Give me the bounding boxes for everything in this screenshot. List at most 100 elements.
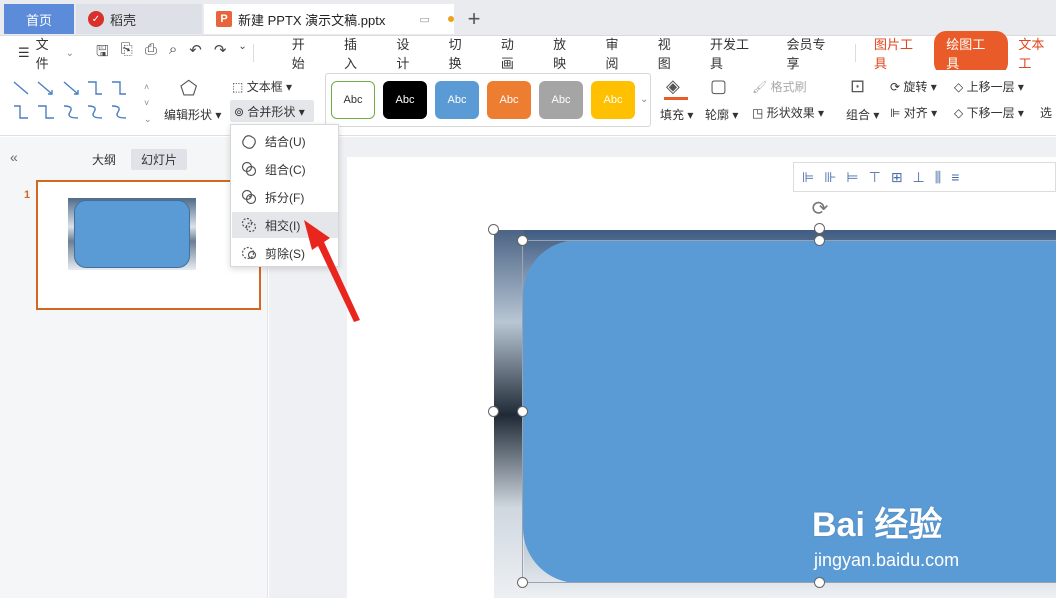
fragment-icon <box>241 189 257 205</box>
ribbon: ˄ ˅ ⌄ ⬠ 编辑形状 ▾ ⬚ 文本框 ▾ ⊚ 合并形状 ▾ Abc Abc … <box>0 70 1056 136</box>
menu-item-union[interactable]: 结合(U) <box>232 128 338 154</box>
tab-review[interactable]: 审阅 <box>591 34 643 72</box>
outline-tab[interactable]: 大纲 <box>92 151 116 168</box>
tab-developer[interactable]: 开发工具 <box>696 34 773 72</box>
edit-shape-label: 编辑形状 <box>164 108 213 122</box>
file-menu-label: 文件 <box>35 37 49 71</box>
resize-handle[interactable] <box>488 224 499 235</box>
preview-icon[interactable]: ⌕ <box>169 41 177 66</box>
more-icon[interactable]: ⌄ <box>238 41 246 66</box>
menu-item-fragment[interactable]: 拆分(F) <box>232 184 338 210</box>
tab-daoke[interactable]: ✓ 稻壳 <box>76 4 202 34</box>
fill-button[interactable]: 填充 ▾ <box>660 106 693 123</box>
text-box-button[interactable]: ⬚ 文本框 ▾ <box>232 78 292 95</box>
tab-insert[interactable]: 插入 <box>330 34 382 72</box>
style-preset[interactable]: Abc <box>487 81 531 119</box>
baidu-watermark-url: jingyan.baidu.com <box>814 550 960 570</box>
tab-home[interactable]: 首页 <box>4 4 74 34</box>
union-icon <box>242 135 256 149</box>
menu-item-label: 拆分(F) <box>265 190 305 205</box>
tab-animation[interactable]: 动画 <box>487 34 539 72</box>
shape-effects-button[interactable]: ◳ 形状效果 ▾ <box>752 104 824 121</box>
quick-access: 🖫 ⎘ ⎙ ⌕ ↶ ↷ ⌄ <box>96 41 247 66</box>
tab-transition[interactable]: 切换 <box>435 34 487 72</box>
align-center-icon[interactable]: ⊪ <box>824 169 836 186</box>
style-preset[interactable]: Abc <box>331 81 375 119</box>
rotate-button[interactable]: ⟳ 旋转 ▾ <box>890 78 937 95</box>
distribute-horizontal-icon[interactable]: ⫼ <box>935 169 941 186</box>
style-preset[interactable]: Abc <box>591 81 635 119</box>
resize-handle[interactable] <box>488 406 499 417</box>
redo-icon[interactable]: ↷ <box>214 41 227 66</box>
align-bottom-icon[interactable]: ⊥ <box>913 169 925 186</box>
collapse-icon[interactable]: « <box>10 149 18 165</box>
style-preset[interactable]: Abc <box>383 81 427 119</box>
merge-shape-button[interactable]: ⊚ 合并形状 ▾ <box>230 100 314 122</box>
svg-text:˅: ˅ <box>144 98 149 108</box>
save-icon[interactable]: 🖫 <box>96 41 109 66</box>
select-button[interactable]: 选 <box>1040 104 1052 121</box>
align-right-icon[interactable]: ⊨ <box>846 169 858 186</box>
align-left-icon[interactable]: ⊫ <box>802 169 814 186</box>
tab-picture-tools[interactable]: 图片工具 <box>874 34 924 72</box>
tab-slideshow[interactable]: 放映 <box>539 34 591 72</box>
tab-text-tools[interactable]: 文本工 <box>1018 34 1056 72</box>
rotate-label: 旋转 <box>903 80 928 94</box>
slide[interactable] <box>347 157 1056 598</box>
ppt-file-icon: P <box>216 11 232 27</box>
menu-item-combine[interactable]: 组合(C) <box>232 156 338 182</box>
send-backward-button[interactable]: ◇ 下移一层 ▾ <box>954 104 1024 121</box>
menu-item-label: 组合(C) <box>265 162 306 177</box>
new-tab-button[interactable]: + <box>462 4 486 34</box>
tab-design[interactable]: 设计 <box>382 34 434 72</box>
tab-drawing-tools[interactable]: 绘图工具 <box>934 31 1009 75</box>
tab-view[interactable]: 视图 <box>644 34 696 72</box>
selection-box <box>522 240 1056 583</box>
style-preset[interactable]: Abc <box>435 81 479 119</box>
svg-text:⌄: ⌄ <box>144 114 152 124</box>
export-icon[interactable]: ⎘ <box>121 41 133 66</box>
align-top-icon[interactable]: ⊤ <box>869 169 881 186</box>
monitor-icon[interactable]: ▭ <box>419 13 429 26</box>
print-icon[interactable]: ⎙ <box>145 41 157 66</box>
group-button[interactable]: 组合 ▾ <box>846 106 879 123</box>
outline-icon[interactable]: ▢ <box>710 76 727 97</box>
slides-tab[interactable]: 幻灯片 <box>131 149 188 170</box>
text-box-icon: ⬚ <box>232 80 244 94</box>
align-label: 对齐 <box>903 106 928 120</box>
style-preset[interactable]: Abc <box>539 81 583 119</box>
fill-icon[interactable]: ◈ <box>666 76 680 97</box>
align-middle-icon[interactable]: ⊞ <box>891 169 903 186</box>
tab-start[interactable]: 开始 <box>278 34 330 72</box>
intersect-icon <box>241 217 257 233</box>
send-backward-icon: ◇ <box>954 106 964 120</box>
line-shape-gallery[interactable]: ˄ ˅ ⌄ <box>10 76 154 126</box>
rotate-handle-icon[interactable]: ⟳ <box>810 196 830 226</box>
format-painter-button[interactable]: 🖌 格式刷 <box>752 78 807 95</box>
resize-handle[interactable] <box>517 577 528 588</box>
gallery-more-icon[interactable]: ⌄ <box>640 94 648 105</box>
shape-effects-label: 形状效果 <box>766 106 815 120</box>
resize-handle[interactable] <box>517 235 528 246</box>
style-preset-label: Abc <box>343 94 363 106</box>
undo-icon[interactable]: ↶ <box>189 41 202 66</box>
style-preset-label: Abc <box>447 94 467 106</box>
edit-shape-button[interactable]: 编辑形状 ▾ <box>164 106 221 123</box>
slide-thumbnail[interactable] <box>36 180 261 310</box>
select-label: 选 <box>1040 106 1053 120</box>
file-menu[interactable]: ☰ 文件 ⌄ <box>18 34 74 72</box>
distribute-vertical-icon[interactable]: ≡ <box>951 169 959 185</box>
tab-member[interactable]: 会员专享 <box>773 34 850 72</box>
outline-button[interactable]: 轮廓 ▾ <box>705 106 738 123</box>
tab-document[interactable]: P 新建 PPTX 演示文稿.pptx ▭ <box>204 4 454 34</box>
slide-number: 1 <box>24 189 31 201</box>
resize-handle[interactable] <box>517 406 528 417</box>
align-button[interactable]: ⊫ 对齐 ▾ <box>890 104 937 121</box>
group-icon[interactable]: ⊡ <box>850 76 865 97</box>
resize-handle[interactable] <box>814 235 825 246</box>
tab-bar: 首页 ✓ 稻壳 P 新建 PPTX 演示文稿.pptx ▭ + <box>0 0 1056 36</box>
bring-forward-button[interactable]: ◇ 上移一层 ▾ <box>954 78 1024 95</box>
resize-handle[interactable] <box>814 577 825 588</box>
edit-shape-icon[interactable]: ⬠ <box>180 76 197 101</box>
align-icon: ⊫ <box>890 106 901 120</box>
